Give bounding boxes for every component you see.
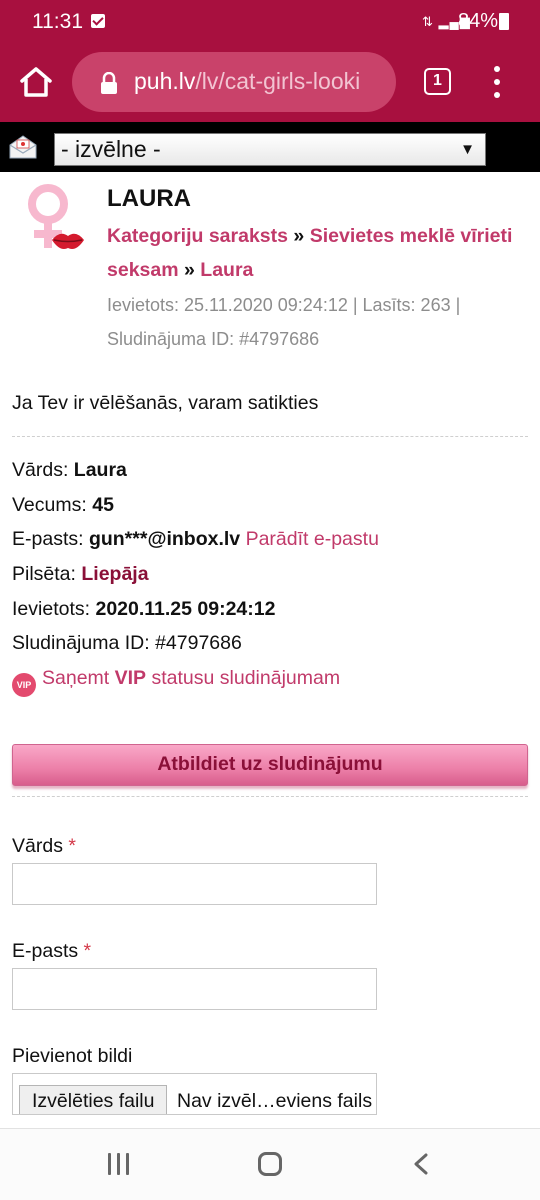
home-icon[interactable] <box>18 64 54 100</box>
detail-city-label: Pilsēta: <box>12 563 76 586</box>
ad-details: Vārds: Laura Vecums: 45 E-pasts: gun***@… <box>12 455 528 698</box>
url-bar[interactable]: puh.lv/lv/cat-girls-looki <box>72 52 396 112</box>
name-input[interactable] <box>12 863 377 905</box>
battery-percent: 84% <box>458 10 499 32</box>
system-nav-bar <box>0 1128 540 1200</box>
breadcrumb-separator: » <box>293 225 305 247</box>
detail-city-value[interactable]: Liepāja <box>81 563 148 585</box>
file-status-text: Nav izvēl…eviens fails <box>177 1090 373 1112</box>
email-field-label: E-pasts * <box>12 940 91 963</box>
detail-email: E-pasts: gun***@inbox.lv Parādīt e-pastu <box>12 524 528 559</box>
site-nav: - izvēlne - ▼ <box>0 122 540 172</box>
reply-header: Atbildiet uz sludinājumu <box>12 744 528 786</box>
email-input[interactable] <box>12 968 377 1010</box>
detail-name-label: Vārds: <box>12 459 69 481</box>
name-field-label: Vārds * <box>12 835 76 858</box>
url-text: puh.lv/lv/cat-girls-looki <box>134 68 386 95</box>
breadcrumb-current[interactable]: Laura <box>200 259 253 281</box>
vip-text-after: statusu sludinājumam <box>151 667 341 690</box>
breadcrumb-separator: » <box>184 259 195 281</box>
detail-ad-id-value: #4797686 <box>155 632 242 655</box>
detail-age: Vecums: 45 <box>12 490 528 525</box>
browser-toolbar: puh.lv/lv/cat-girls-looki 1 <box>0 46 540 122</box>
name-label-text: Vārds <box>12 835 63 857</box>
dropdown-arrow-icon: ▼ <box>460 141 475 158</box>
menu-select[interactable]: - izvēlne - ▼ <box>54 133 486 166</box>
divider <box>12 796 528 797</box>
vip-badge-icon: VIP <box>12 673 36 698</box>
detail-posted: Ievietots: 2020.11.25 09:24:12 <box>12 594 528 629</box>
required-mark: * <box>68 835 76 857</box>
recents-icon[interactable] <box>108 1153 130 1175</box>
detail-city: Pilsēta: Liepāja <box>12 559 528 594</box>
breadcrumb-category-list[interactable]: Kategoriju saraksts <box>107 225 288 247</box>
ad-title: LAURA <box>107 185 191 212</box>
home-button-icon[interactable] <box>258 1152 282 1176</box>
image-field-label: Pievienot bildi <box>12 1045 133 1067</box>
detail-posted-value: 2020.11.25 09:24:12 <box>95 597 276 620</box>
mail-icon[interactable] <box>8 134 38 160</box>
url-domain: puh.lv <box>134 68 196 94</box>
detail-posted-label: Ievietots: <box>12 597 91 620</box>
show-email-link[interactable]: Parādīt e-pastu <box>246 528 379 550</box>
vip-text-bold: VIP <box>114 667 147 690</box>
file-input: Izvēlēties failu Nav izvēl…eviens fails <box>12 1073 377 1115</box>
menu-select-value: - izvēlne - <box>61 136 161 162</box>
required-mark: * <box>83 940 92 962</box>
detail-email-value: gun***@inbox.lv <box>88 528 241 551</box>
female-symbol-lips-icon <box>28 184 84 249</box>
lock-icon <box>101 72 117 94</box>
ad-meta-posted-views: Ievietots: 25.11.2020 09:24:12 | Lasīts:… <box>107 295 461 315</box>
detail-age-value: 45 <box>92 493 114 516</box>
back-icon[interactable] <box>412 1153 430 1175</box>
ad-meta: Ievietots: 25.11.2020 09:24:12 | Lasīts:… <box>107 288 527 356</box>
detail-name-value: Laura <box>73 459 127 481</box>
choose-file-button[interactable]: Izvēlēties failu <box>19 1085 168 1114</box>
vip-status-link[interactable]: VIP Saņemt VIP statusu sludinājumam <box>12 663 528 698</box>
detail-age-label: Vecums: <box>12 493 87 516</box>
status-time: 11:31 <box>32 10 83 33</box>
vip-text-before: Saņemt <box>42 667 110 690</box>
breadcrumb: Kategoriju saraksts » Sievietes meklē vī… <box>107 219 527 287</box>
tabs-icon[interactable]: 1 <box>424 68 451 95</box>
detail-email-label: E-pasts: <box>12 528 84 551</box>
url-path: /lv/cat-girls-looki <box>195 68 361 94</box>
checkbox-notification-icon <box>91 14 105 28</box>
ad-meta-id: Sludinājuma ID: #4797686 <box>107 329 320 349</box>
email-label-text: E-pasts <box>12 940 79 962</box>
battery-icon <box>499 13 509 30</box>
divider <box>12 436 528 437</box>
more-menu-icon[interactable] <box>488 64 506 100</box>
detail-ad-id-label: Sludinājuma ID: <box>12 632 150 655</box>
status-bar: 11:31 ⇅ ▂▄▆ 84% <box>0 0 540 46</box>
detail-name: Vārds: Laura <box>12 455 528 490</box>
detail-ad-id: Sludinājuma ID: #4797686 <box>12 628 528 663</box>
ad-intro-text: Ja Tev ir vēlēšanās, varam satikties <box>12 392 319 414</box>
